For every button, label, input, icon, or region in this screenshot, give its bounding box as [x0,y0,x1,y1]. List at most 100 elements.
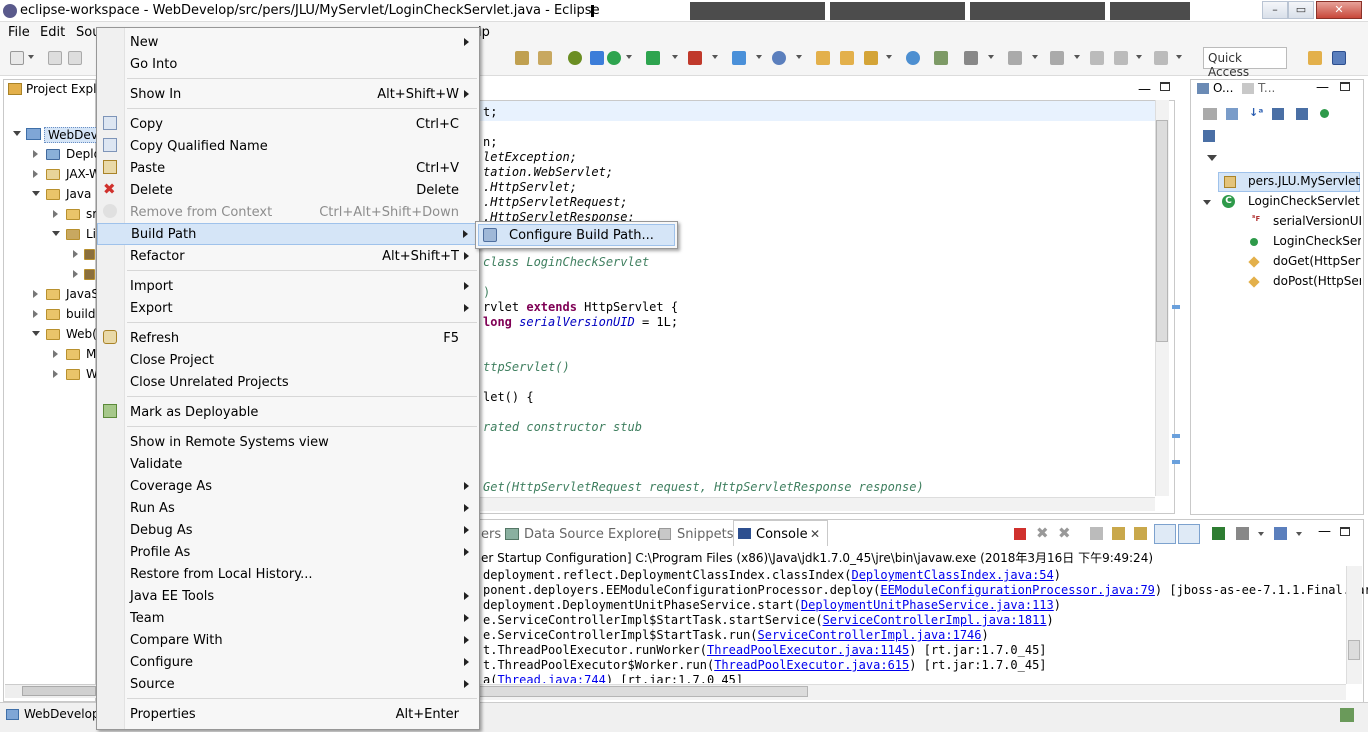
chevron-down-icon[interactable] [1296,532,1302,536]
console-vertical-scrollbar[interactable] [1346,566,1362,684]
outline-item-class[interactable]: LoginCheckServlet [1248,194,1360,208]
tree-item-javascript-resources[interactable]: JavaS [66,287,99,301]
tree-item-build[interactable]: build [66,307,96,321]
run-server-icon[interactable] [646,51,660,65]
outline-item-field[interactable]: serialVersionUI [1273,214,1361,228]
remove-all-icon[interactable]: ✖ [1058,524,1071,542]
stacktrace-link[interactable]: DeploymentClassIndex.java:54 [851,568,1053,582]
chevron-down-icon[interactable] [712,55,718,59]
progress-icon[interactable] [1340,708,1354,722]
stop-server-icon[interactable] [688,51,702,65]
expand-icon[interactable] [33,310,38,318]
tree-item-webcontent[interactable]: Web( [66,327,97,341]
overview-ruler-marker[interactable] [1172,460,1180,464]
console-line[interactable]: deployment.reflect.DeploymentClassIndex.… [483,568,1061,582]
console-line[interactable]: a(Thread.java:744) [rt.jar:1.7.0_45] [483,673,743,683]
maximize-button[interactable]: ▭ [1288,1,1314,19]
menu-item-profile-as[interactable]: Profile As [97,541,479,563]
console-line[interactable]: deployment.DeploymentUnitPhaseService.st… [483,598,1061,612]
expand-icon[interactable] [73,250,78,258]
menu-item-coverage-as[interactable]: Coverage As [97,475,479,497]
code-line-comment[interactable]: rated constructor stub [483,420,642,434]
chevron-down-icon[interactable] [886,55,892,59]
maximize-view-icon[interactable] [1340,527,1350,536]
console-line[interactable]: t.ThreadPoolExecutor$Worker.run(ThreadPo… [483,658,1047,672]
expand-icon[interactable] [33,290,38,298]
overview-ruler-marker[interactable] [1172,434,1180,438]
menu-item-export[interactable]: Export [97,297,479,319]
chevron-down-icon[interactable] [1032,55,1038,59]
console-tab[interactable]: Console [756,527,808,542]
tree-item-meta-inf[interactable]: M [86,347,96,361]
maximize-view-icon[interactable] [1340,82,1350,91]
annotation-icon[interactable] [934,51,948,65]
outline-item-doget[interactable]: doGet(HttpServ [1273,254,1361,268]
show-on-stdout-icon[interactable] [1154,524,1176,544]
menu-item-properties[interactable]: Properties Alt+Enter [97,703,479,725]
code-line-comment[interactable]: class LoginCheckServlet [483,255,649,269]
chevron-down-icon[interactable] [796,55,802,59]
hide-non-public-icon[interactable] [1320,109,1329,118]
menu-item-debug-as[interactable]: Debug As [97,519,479,541]
close-button[interactable]: ✕ [1316,1,1362,19]
tree-item-java-resources[interactable]: Java [66,187,91,201]
word-wrap-icon[interactable] [1134,527,1147,540]
menu-item-mark-as-deployable[interactable]: Mark as Deployable [97,401,479,423]
menu-item-source[interactable]: Source [97,673,479,695]
stacktrace-link[interactable]: Thread.java:744 [497,673,605,683]
hide-local-types-icon[interactable] [1203,130,1215,142]
menu-item-refactor[interactable]: Refactor Alt+Shift+T [97,245,479,267]
maximize-view-icon[interactable] [1160,82,1170,91]
menu-item-compare-with[interactable]: Compare With [97,629,479,651]
menu-item-validate[interactable]: Validate [97,453,479,475]
scrollbar-thumb[interactable] [478,686,808,697]
menu-item-show-in[interactable]: Show In Alt+Shift+W [97,83,479,105]
code-line[interactable]: tation.WebServlet; [483,165,613,179]
collapse-icon[interactable] [1203,200,1211,205]
open-type-icon[interactable] [816,51,830,65]
chevron-down-icon[interactable] [626,55,632,59]
code-line[interactable]: .HttpServlet; [483,180,577,194]
collapse-all-icon[interactable] [1226,108,1238,120]
console-line[interactable]: e.ServiceControllerImpl$StartTask.run(Se… [483,628,989,642]
debug-icon[interactable] [568,51,582,65]
code-line-comment[interactable]: ) [483,285,490,299]
stacktrace-link[interactable]: ServiceControllerImpl.java:1811 [823,613,1047,627]
show-on-stderr-icon[interactable] [1178,524,1200,544]
tree-item-webdevelop[interactable]: WebDevel [44,127,98,143]
chevron-down-icon[interactable] [1258,532,1264,536]
tree-item-libraries[interactable]: Li [86,227,96,241]
console-line[interactable]: t.ThreadPoolExecutor.runWorker(ThreadPoo… [483,643,1047,657]
chevron-down-icon[interactable] [1176,55,1182,59]
menu-item-configure-build-path[interactable]: Configure Build Path... [478,224,675,246]
next-annotation-icon[interactable] [964,51,978,65]
remove-launch-icon[interactable]: ✖ [1036,524,1049,542]
sort-icon[interactable]: ↓ᵃ [1249,106,1263,119]
editor-horizontal-scrollbar[interactable] [478,497,1155,511]
menu-file[interactable]: File [8,25,30,40]
stacktrace-link[interactable]: DeploymentUnitPhaseService.java:113 [801,598,1054,612]
menu-item-go-into[interactable]: Go Into [97,53,479,75]
menu-item-copy[interactable]: Copy Ctrl+C [97,113,479,135]
scrollbar-thumb[interactable] [1348,640,1360,660]
code-line-comment[interactable]: Get(HttpServletRequest request, HttpServ… [483,480,924,494]
globe-icon[interactable] [906,51,920,65]
menu-item-close-unrelated-projects[interactable]: Close Unrelated Projects [97,371,479,393]
skip-breakpoints-icon[interactable] [590,51,604,65]
collapse-icon[interactable] [13,131,21,136]
stacktrace-link[interactable]: ThreadPoolExecutor.java:615 [714,658,909,672]
code-line-comment[interactable]: ttpServlet() [483,360,570,374]
collapse-icon[interactable] [52,231,60,236]
collapse-icon[interactable] [32,331,40,336]
back-icon[interactable] [1090,51,1104,65]
data-source-explorer-tab[interactable]: Data Source Explorer [524,527,662,542]
servers-tab[interactable]: ers [481,527,501,542]
terminate-icon[interactable] [1014,528,1026,540]
code-line-field[interactable]: long serialVersionUID = 1L; [483,315,678,329]
save-all-icon[interactable] [68,51,82,65]
focus-icon[interactable] [1203,108,1217,120]
scroll-lock-icon[interactable] [1112,527,1125,540]
menu-item-paste[interactable]: Paste Ctrl+V [97,157,479,179]
scrollbar-thumb[interactable] [22,686,96,696]
new-class-icon[interactable] [772,51,786,65]
